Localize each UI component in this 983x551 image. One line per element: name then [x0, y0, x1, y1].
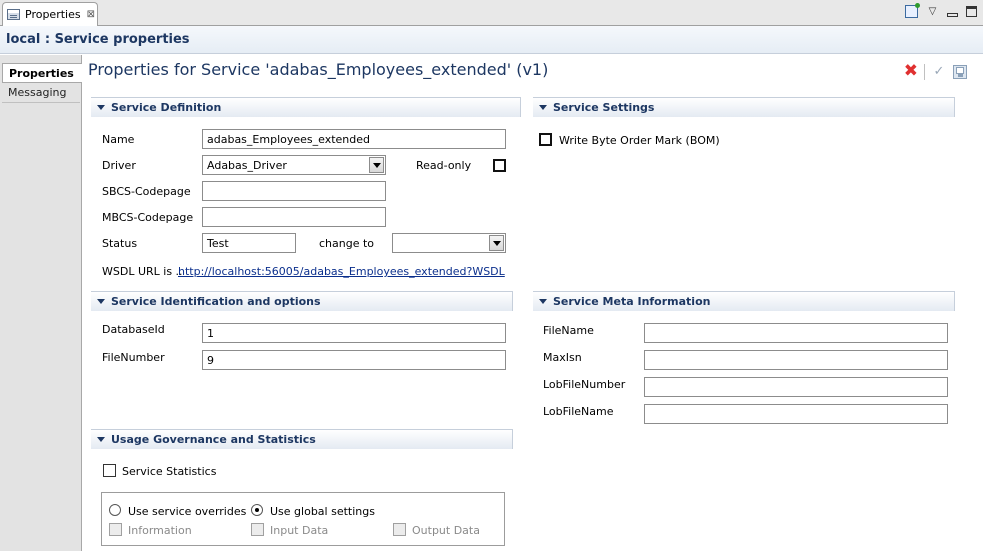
driver-select-value: Adabas_Driver: [207, 159, 287, 172]
section-service-definition[interactable]: Service Definition: [91, 97, 521, 117]
validate-icon[interactable]: ✓: [931, 64, 947, 80]
section-title: Usage Governance and Statistics: [111, 433, 316, 446]
use-global-settings-radio[interactable]: [251, 504, 263, 516]
collapse-triangle-icon: [539, 105, 547, 110]
delete-icon[interactable]: ✖: [904, 63, 918, 80]
section-service-identification[interactable]: Service Identification and options: [91, 291, 513, 311]
section-service-meta[interactable]: Service Meta Information: [533, 291, 955, 311]
view-toolbar: ▽: [905, 3, 977, 18]
collapse-triangle-icon: [97, 437, 105, 442]
max-isn-input[interactable]: [644, 350, 948, 370]
collapse-triangle-icon: [539, 299, 547, 304]
information-label: Information: [128, 524, 192, 537]
save-icon[interactable]: [953, 64, 967, 79]
status-label: Status: [102, 237, 138, 250]
view-tab-label: Properties: [25, 8, 81, 21]
section-title: Service Definition: [111, 101, 222, 114]
name-label: Name: [102, 133, 135, 146]
readonly-label: Read-only: [416, 159, 472, 172]
service-statistics-checkbox[interactable]: [103, 464, 116, 477]
properties-view-tab[interactable]: Properties ⊠: [2, 2, 98, 26]
output-data-label: Output Data: [412, 524, 480, 537]
statistics-options-group: [101, 492, 505, 546]
section-service-settings[interactable]: Service Settings: [533, 97, 955, 117]
lob-file-number-input[interactable]: [644, 377, 948, 397]
section-title: Service Identification and options: [111, 295, 321, 308]
view-tab-bar: Properties ⊠ ▽: [0, 0, 983, 26]
section-title: Service Settings: [553, 101, 655, 114]
page-toolbar: ✖ ✓: [904, 63, 967, 80]
input-data-label: Input Data: [270, 524, 329, 537]
lob-file-name-input[interactable]: [644, 404, 948, 424]
information-checkbox[interactable]: [109, 523, 122, 536]
file-name-label: FileName: [543, 324, 594, 337]
driver-label: Driver: [102, 159, 136, 172]
mbcs-codepage-input[interactable]: [202, 207, 386, 227]
page-title: Properties for Service 'adabas_Employees…: [88, 60, 549, 79]
form-header: local : Service properties: [0, 26, 983, 54]
mbcs-codepage-label: MBCS-Codepage: [102, 211, 194, 224]
lob-file-number-label: LobFileNumber: [543, 378, 626, 391]
section-title: Service Meta Information: [553, 295, 711, 308]
header-title: local : Service properties: [6, 32, 190, 47]
driver-select[interactable]: Adabas_Driver: [202, 155, 386, 175]
output-data-checkbox[interactable]: [393, 523, 406, 536]
change-to-select[interactable]: [392, 233, 506, 253]
file-number-label: FileNumber: [102, 351, 165, 364]
tab-messaging[interactable]: Messaging: [2, 83, 80, 103]
chevron-down-icon[interactable]: [369, 157, 384, 173]
collapse-triangle-icon: [97, 299, 105, 304]
change-to-label: change to: [319, 237, 375, 250]
minimize-icon[interactable]: [947, 12, 958, 17]
wsdl-url-link[interactable]: http://localhost:56005/adabas_Employees_…: [178, 265, 505, 278]
service-statistics-label: Service Statistics: [122, 465, 217, 478]
toolbar-separator: [924, 63, 925, 80]
database-id-input[interactable]: 1: [202, 323, 506, 343]
file-number-input[interactable]: 9: [202, 350, 506, 370]
chevron-down-icon[interactable]: [489, 235, 504, 251]
wsdl-label: WSDL URL is ..: [102, 265, 183, 278]
collapse-triangle-icon: [97, 105, 105, 110]
view-menu-icon[interactable]: ▽: [926, 5, 939, 18]
use-service-overrides-label: Use service overrides: [128, 505, 247, 518]
pin-icon[interactable]: [905, 3, 920, 18]
sbcs-codepage-input[interactable]: [202, 181, 386, 201]
use-global-settings-label: Use global settings: [270, 505, 375, 518]
page-tabs: Properties Messaging: [0, 55, 82, 551]
database-id-label: DatabaseId: [102, 323, 165, 336]
lob-file-name-label: LobFileName: [543, 405, 614, 418]
tab-properties[interactable]: Properties: [2, 63, 82, 83]
max-isn-label: MaxIsn: [543, 351, 582, 364]
file-name-input[interactable]: [644, 323, 948, 343]
readonly-checkbox[interactable]: [493, 159, 506, 172]
sbcs-codepage-label: SBCS-Codepage: [102, 185, 191, 198]
name-input[interactable]: adabas_Employees_extended: [202, 129, 506, 149]
status-input[interactable]: Test: [202, 233, 296, 253]
properties-view-icon: [7, 9, 20, 20]
bom-label: Write Byte Order Mark (BOM): [559, 134, 720, 147]
close-icon[interactable]: ⊠: [87, 9, 95, 20]
maximize-icon[interactable]: [966, 6, 977, 17]
section-usage-governance[interactable]: Usage Governance and Statistics: [91, 429, 513, 449]
input-data-checkbox[interactable]: [251, 523, 264, 536]
bom-checkbox[interactable]: [539, 133, 552, 146]
use-service-overrides-radio[interactable]: [109, 504, 121, 516]
